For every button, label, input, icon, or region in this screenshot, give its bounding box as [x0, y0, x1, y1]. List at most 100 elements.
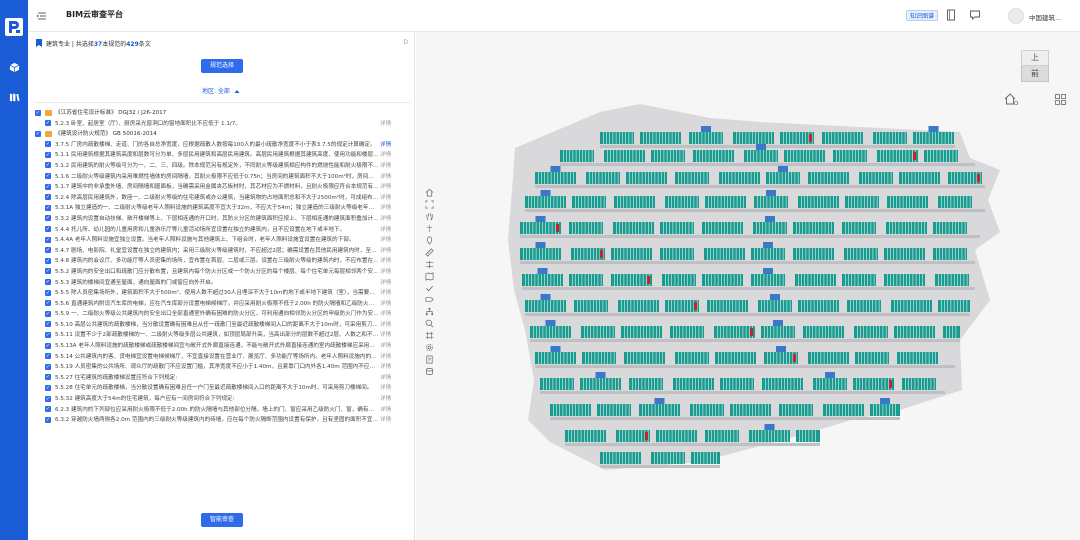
rule-detail-link[interactable]: 详情: [380, 342, 391, 350]
walk-icon[interactable]: [423, 223, 435, 235]
checkbox[interactable]: ✓: [45, 162, 51, 169]
view-cube[interactable]: 上 前: [1021, 50, 1049, 84]
rule-detail-link[interactable]: 详情: [380, 215, 391, 223]
rule-row[interactable]: ✓ 5.5.6 直通建筑内附设汽车库的电梯，应在汽车库部分设置电梯候梯厅，并应采用…: [28, 299, 415, 310]
rule-row[interactable]: ✓ 5.1.7 建筑中的非承重外墙、房间隔墙和屋面板，当确需采用金属夹芯板材时，其…: [28, 182, 415, 193]
cube-icon[interactable]: [7, 60, 21, 74]
check-icon[interactable]: [423, 282, 435, 294]
rule-detail-link[interactable]: 详情: [380, 416, 391, 424]
checkbox[interactable]: ✓: [45, 268, 51, 275]
checkbox[interactable]: ✓: [45, 363, 51, 370]
checkbox[interactable]: ✓: [45, 151, 51, 158]
checkbox[interactable]: ✓: [45, 300, 51, 307]
rule-row[interactable]: ✓ 5.4.4A 老年人照料设施宜独立设置。当老年人照料设施与其他建筑上、下组合时…: [28, 235, 415, 246]
rule-detail-link[interactable]: 详情: [380, 331, 391, 339]
user-name[interactable]: 中国建筑...: [1029, 12, 1061, 22]
rule-row[interactable]: ✓ 5.2.3 卧室、起居室（厅）、厨房采光窗洞口的窗地面积比不应低于 1.1/7…: [28, 119, 415, 130]
checkbox[interactable]: ✓: [45, 289, 51, 296]
rule-detail-link[interactable]: 详情: [380, 247, 391, 255]
rule-row[interactable]: ✓ 5.5.28 住宅单元的疏散楼梯，当分散设置确有困难且任一户门至最近疏散楼梯间…: [28, 383, 415, 394]
avatar[interactable]: [1008, 8, 1024, 24]
rule-row[interactable]: ✓ 5.1.6 二级耐火等级建筑内采用难燃性墙体的房间隔墙，其耐火极限不应低于0.…: [28, 172, 415, 183]
checkbox[interactable]: ✓: [45, 247, 51, 254]
rule-row[interactable]: ✓ 5.3.2 建筑内设置自动扶梯、敞开楼梯等上、下层相连通的开口时，其防火分区的…: [28, 214, 415, 225]
rule-row[interactable]: ✓ 6.2.3 建筑内的下列部位应采用耐火极限不低于2.00h 的防火隔墙与其他部…: [28, 405, 415, 416]
properties-icon[interactable]: [423, 353, 435, 365]
rule-group-row[interactable]: ✓ 《江苏省住宅设计标准》 DGJ32 / J26-2017: [28, 108, 415, 119]
checkbox[interactable]: ✓: [45, 279, 51, 285]
checkbox[interactable]: ✓: [45, 353, 51, 360]
rule-detail-link[interactable]: 详情: [380, 173, 391, 181]
pan-hand-icon[interactable]: [423, 211, 435, 223]
rule-detail-link[interactable]: 详情: [380, 162, 391, 170]
rule-detail-link[interactable]: 详情: [380, 353, 391, 361]
checkbox[interactable]: ✓: [35, 109, 41, 116]
rule-detail-link[interactable]: 详情: [380, 374, 391, 382]
smart-review-button[interactable]: 智能审查: [201, 513, 243, 527]
checkbox[interactable]: ✓: [45, 395, 51, 402]
rule-row[interactable]: ✓ 5.5.10 高层公共建筑的疏散楼梯，当分散设置确有困难且从任一疏散门至最近疏…: [28, 320, 415, 331]
rule-detail-link[interactable]: 详情: [380, 194, 391, 202]
checkbox[interactable]: ✓: [45, 331, 51, 338]
menu-toggle-icon[interactable]: [36, 10, 48, 22]
rule-detail-link[interactable]: 详情: [380, 310, 391, 318]
checkbox[interactable]: ✓: [35, 130, 41, 137]
layers-icon[interactable]: [423, 365, 435, 377]
view-cube-top[interactable]: 上: [1021, 50, 1049, 66]
section-icon[interactable]: [423, 258, 435, 270]
region-filter[interactable]: 地区: 全部: [202, 86, 240, 95]
rule-detail-link[interactable]: 详情: [380, 141, 391, 149]
checkbox[interactable]: ✓: [45, 236, 51, 243]
rule-row[interactable]: ✓ 5.5.5 除人员密集场所外，建筑面积不大于500m²、使用人数不超过30人且…: [28, 288, 415, 299]
home-view-icon[interactable]: [423, 187, 435, 199]
notebook-icon[interactable]: [945, 9, 957, 21]
checkbox[interactable]: ✓: [45, 204, 51, 211]
tag-icon[interactable]: [423, 294, 435, 306]
rule-row[interactable]: ✓ 5.5.13A 老年人照料设施的疏散楼梯或疏散楼梯间宜与敞开式外廊直接连通，不…: [28, 341, 415, 352]
rule-row[interactable]: ✓ 5.5.14 公共建筑内的客、货电梯宜设置电梯候梯厅，不宜直接设置在营业厅、展…: [28, 352, 415, 363]
fit-view-icon[interactable]: [423, 199, 435, 211]
rule-detail-link[interactable]: 详情: [380, 406, 391, 414]
checkbox[interactable]: ✓: [45, 406, 51, 413]
pin-icon[interactable]: [423, 235, 435, 247]
grid-axis-icon[interactable]: [423, 330, 435, 342]
checkbox[interactable]: ✓: [45, 342, 51, 349]
spec-select-button[interactable]: 规范选择: [201, 59, 243, 73]
rule-row[interactable]: ✓ 5.5.32 建筑高度大于54m的住宅建筑，每户应有一间房间符合下列规定: 详情: [28, 394, 415, 405]
rule-detail-link[interactable]: 详情: [380, 300, 391, 308]
checkbox[interactable]: ✓: [45, 183, 51, 190]
rule-detail-link[interactable]: 详情: [380, 363, 391, 371]
book-icon[interactable]: [7, 90, 21, 104]
rule-row[interactable]: ✓ 5.5.9 一、二级耐火等级公共建筑内的安全出口全部直通室外确有困难的防火分区…: [28, 309, 415, 320]
view-cube-front[interactable]: 前: [1021, 66, 1049, 82]
rule-group-row[interactable]: ✓ 《建筑设计防火规范》 GB 50016-2014: [28, 129, 415, 140]
rule-row[interactable]: ✓ 5.4.4 托儿所、幼儿园的儿童用房和儿童游乐厅等儿童活动场所宜设置在独立的建…: [28, 225, 415, 236]
checkbox[interactable]: ✓: [45, 384, 51, 391]
checkbox[interactable]: ✓: [45, 416, 51, 423]
checkbox[interactable]: ✓: [45, 257, 51, 264]
rule-detail-link[interactable]: 详情: [380, 279, 391, 287]
rule-detail-link[interactable]: 详情: [380, 384, 391, 392]
logo-icon[interactable]: [5, 18, 23, 36]
checkbox[interactable]: ✓: [45, 194, 51, 201]
settings-gear-icon[interactable]: [423, 342, 435, 354]
rule-detail-link[interactable]: 详情: [380, 395, 391, 403]
rule-detail-link[interactable]: 详情: [380, 226, 391, 234]
rule-row[interactable]: ✓ 5.1.1 民用建筑根据其建筑高度和层数可分为单、多层民用建筑和高层民用建筑。…: [28, 150, 415, 161]
checkbox[interactable]: ✓: [45, 321, 51, 328]
checkbox[interactable]: ✓: [45, 226, 51, 233]
map-icon[interactable]: [423, 270, 435, 282]
message-icon[interactable]: [969, 9, 981, 21]
rule-row[interactable]: ✓ 5.2.4 除高层民用建筑外，数座一、二级耐火等级的住宅建筑或办公建筑，当建筑…: [28, 193, 415, 204]
rule-detail-link[interactable]: 详情: [380, 257, 391, 265]
rule-detail-link[interactable]: 详情: [380, 183, 391, 191]
building-model[interactable]: [416, 32, 1080, 540]
home-icon[interactable]: [1004, 92, 1019, 106]
rule-row[interactable]: ✓ 3.7.5 厂房内疏散楼梯、走道、门的各自总净宽度，应根据疏散人数按每100人…: [28, 140, 415, 151]
rule-row[interactable]: ✓ 5.5.3 建筑的楼梯间宜通至屋面，通向屋面的门或窗应向外开启。 详情: [28, 278, 415, 289]
ruler-icon[interactable]: [423, 246, 435, 258]
grid-view-icon[interactable]: [1055, 94, 1066, 105]
rule-row[interactable]: ✓ 5.4.8 建筑内的会议厅、多功能厅等人员密集的场所，宜布置在首层、二层或三层…: [28, 256, 415, 267]
rule-detail-link[interactable]: 详情: [380, 289, 391, 297]
rule-detail-link[interactable]: 详情: [380, 151, 391, 159]
